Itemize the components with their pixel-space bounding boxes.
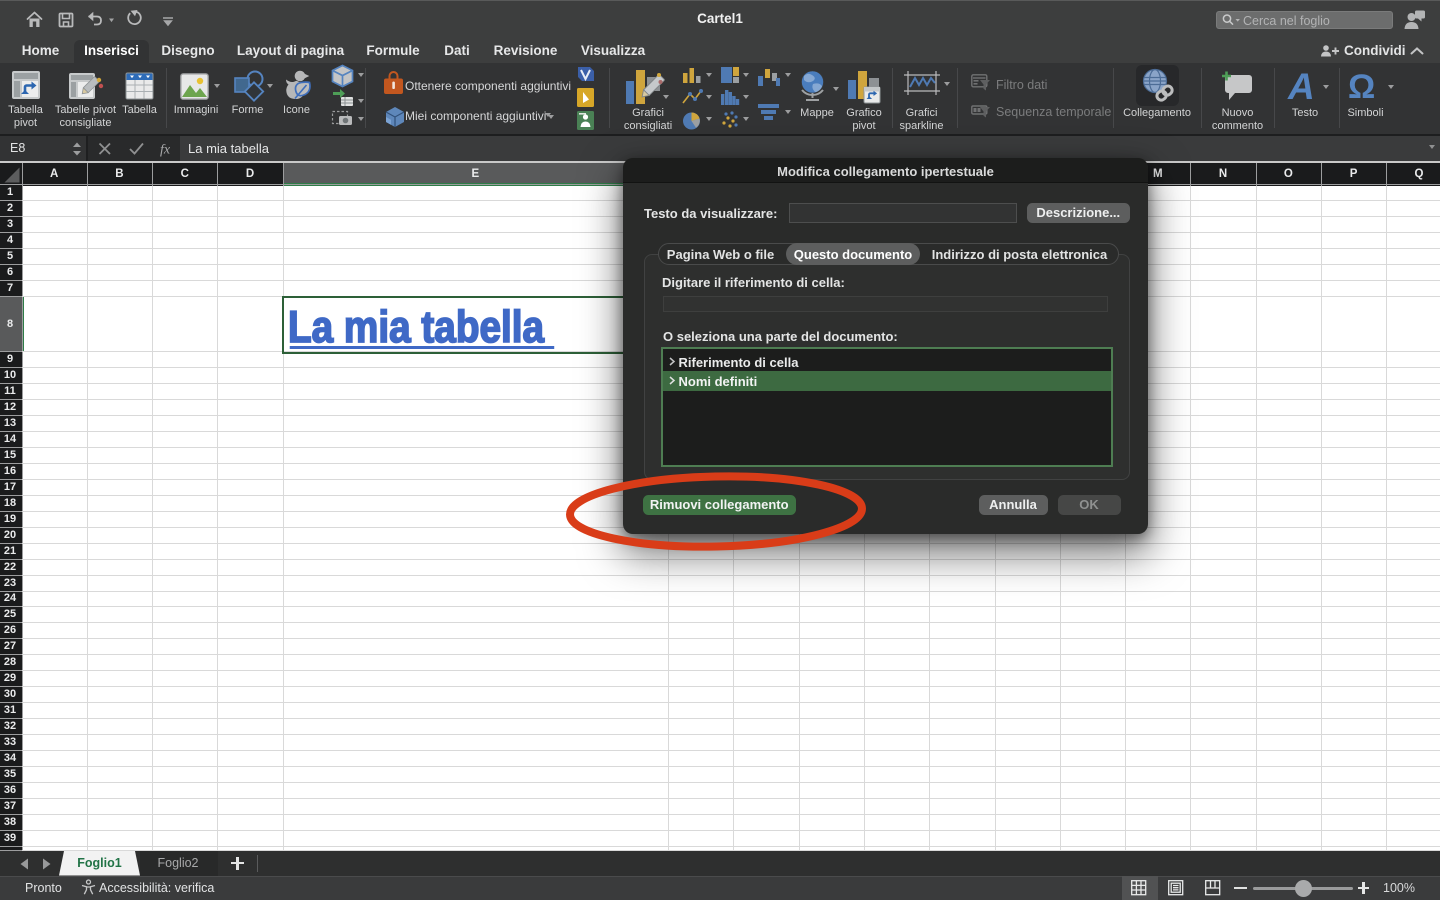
svg-text:fx: fx	[160, 143, 171, 158]
